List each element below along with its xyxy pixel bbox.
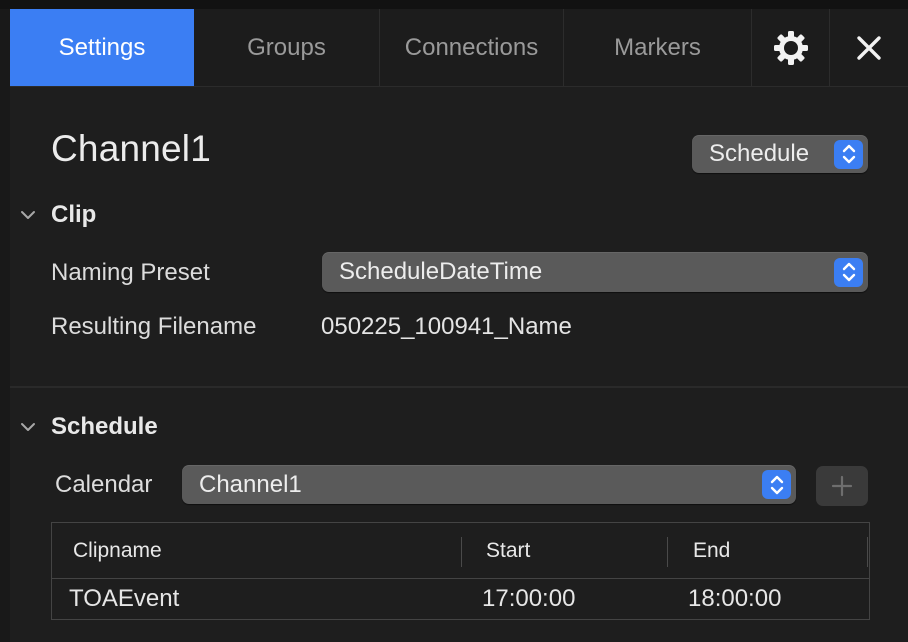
schedule-section-heading[interactable]: Schedule [51, 413, 158, 441]
close-button[interactable] [830, 9, 908, 86]
cell-end: 18:00:00 [688, 585, 782, 612]
tab-groups[interactable]: Groups [194, 9, 380, 86]
resulting-filename-label: Resulting Filename [51, 313, 257, 340]
schedule-table: Clipname Start End TOAEvent 17:00:00 18:… [51, 522, 870, 620]
settings-window: Settings Groups Connections Markers Chan… [0, 0, 908, 642]
column-header-start[interactable]: Start [486, 523, 530, 578]
cell-clipname: TOAEvent [69, 585, 180, 612]
plus-icon [831, 475, 853, 497]
naming-preset-value: ScheduleDateTime [339, 258, 543, 285]
chevron-down-icon[interactable] [20, 421, 36, 433]
gear-icon [773, 30, 808, 65]
calendar-value: Channel1 [199, 470, 302, 498]
resulting-filename-value: 050225_100941_Name [321, 313, 572, 340]
calendar-label: Calendar [55, 471, 153, 498]
column-separator[interactable] [667, 537, 668, 567]
add-schedule-button[interactable] [816, 466, 868, 506]
calendar-popup[interactable]: Channel1 [182, 465, 796, 504]
column-header-clipname[interactable]: Clipname [73, 523, 162, 578]
tab-bar: Settings Groups Connections Markers [10, 9, 908, 86]
up-down-arrows-icon [834, 139, 863, 169]
tab-bar-divider [10, 86, 908, 87]
column-separator[interactable] [461, 537, 462, 567]
mode-popup[interactable]: Schedule [692, 135, 868, 173]
window-top-edge [0, 0, 908, 9]
close-icon [857, 35, 881, 60]
table-header: Clipname Start End [52, 523, 869, 579]
channel-title: Channel1 [51, 128, 212, 169]
mode-popup-label: Schedule [709, 140, 810, 167]
section-divider [10, 386, 908, 388]
chevron-down-icon[interactable] [20, 209, 36, 221]
column-separator [867, 537, 868, 567]
tab-connections[interactable]: Connections [380, 9, 564, 86]
tab-markers[interactable]: Markers [564, 9, 752, 86]
up-down-arrows-icon [762, 470, 791, 499]
column-header-end[interactable]: End [693, 523, 730, 578]
naming-preset-label: Naming Preset [51, 259, 210, 286]
naming-preset-popup[interactable]: ScheduleDateTime [322, 252, 868, 292]
table-row[interactable]: TOAEvent 17:00:00 18:00:00 [52, 579, 869, 619]
settings-gear-button[interactable] [752, 9, 830, 86]
panel-left-edge [0, 9, 10, 642]
tab-settings[interactable]: Settings [10, 9, 194, 86]
up-down-arrows-icon [834, 257, 863, 287]
cell-start: 17:00:00 [482, 585, 576, 612]
clip-section-heading[interactable]: Clip [51, 201, 96, 229]
